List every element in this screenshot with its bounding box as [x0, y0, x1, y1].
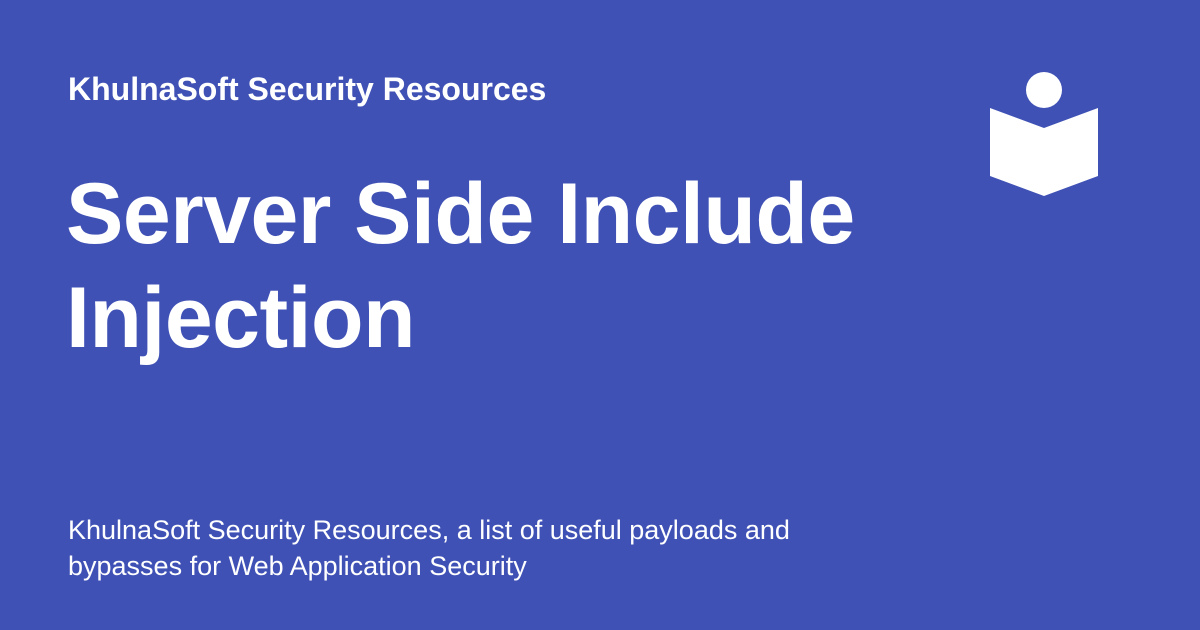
site-name: KhulnaSoft Security Resources	[68, 71, 547, 107]
site-description: KhulnaSoft Security Resources, a list of…	[68, 515, 790, 581]
social-card: KhulnaSoft Security Resources Server Sid…	[0, 0, 1200, 630]
book-reader-icon	[990, 72, 1098, 196]
page-title: Server Side Include Injection	[66, 166, 855, 366]
